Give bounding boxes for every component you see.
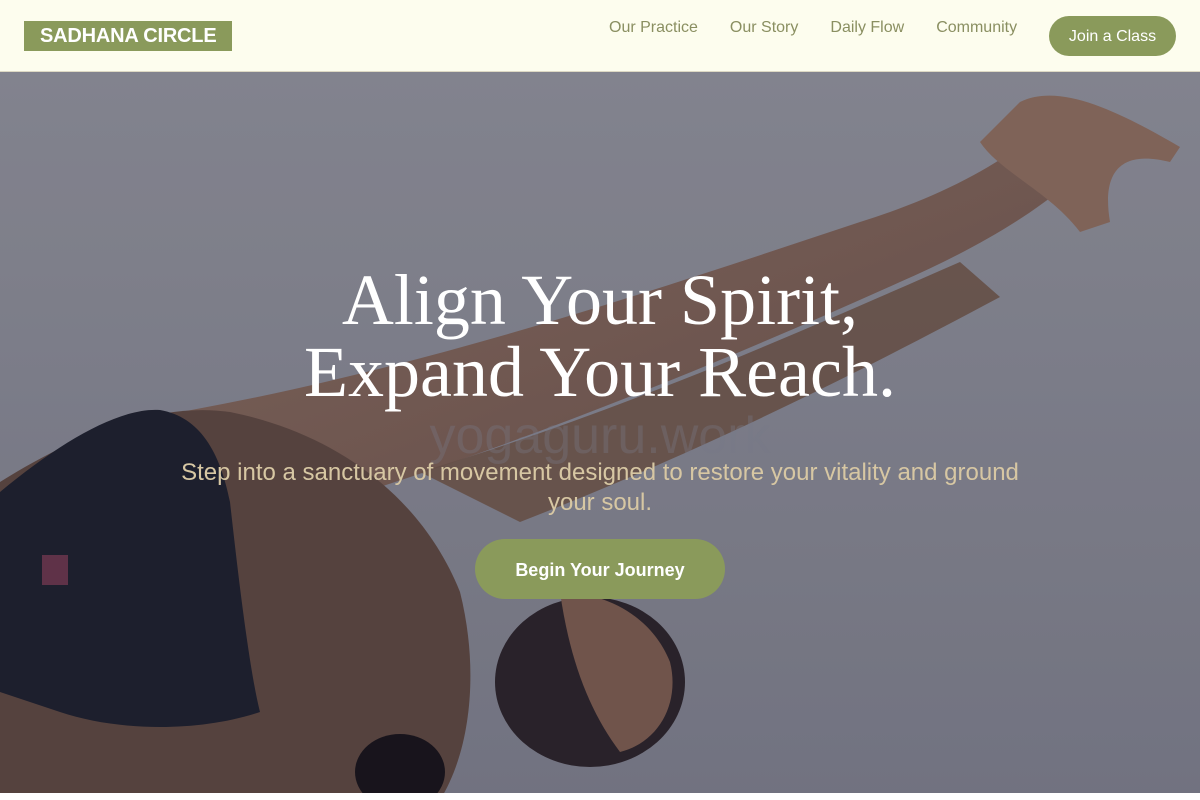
hero-section: yogaguru.work Align Your Spirit, Expand … bbox=[0, 72, 1200, 800]
page-bottom-edge bbox=[0, 793, 1200, 800]
headline-line-1: Align Your Spirit, bbox=[341, 260, 859, 340]
watermark-text: yogaguru.work bbox=[429, 407, 771, 465]
hero-headline: Align Your Spirit, Expand Your Reach. bbox=[0, 264, 1200, 408]
hero-subtitle: Step into a sanctuary of movement design… bbox=[181, 459, 1019, 516]
nav-link-daily-flow[interactable]: Daily Flow bbox=[830, 18, 904, 38]
nav-link-our-story[interactable]: Our Story bbox=[730, 18, 798, 38]
nav-link-our-practice[interactable]: Our Practice bbox=[609, 18, 698, 38]
join-class-button[interactable]: Join a Class bbox=[1049, 16, 1176, 56]
site-header: SADHANA CIRCLE Our Practice Our Story Da… bbox=[0, 0, 1200, 72]
brand-logo[interactable]: SADHANA CIRCLE bbox=[24, 21, 233, 51]
begin-journey-button[interactable]: Begin Your Journey bbox=[475, 539, 725, 599]
main-nav: Our Practice Our Story Daily Flow Commun… bbox=[609, 18, 1017, 38]
nav-link-community[interactable]: Community bbox=[936, 18, 1017, 38]
headline-line-2: Expand Your Reach. bbox=[304, 332, 896, 412]
